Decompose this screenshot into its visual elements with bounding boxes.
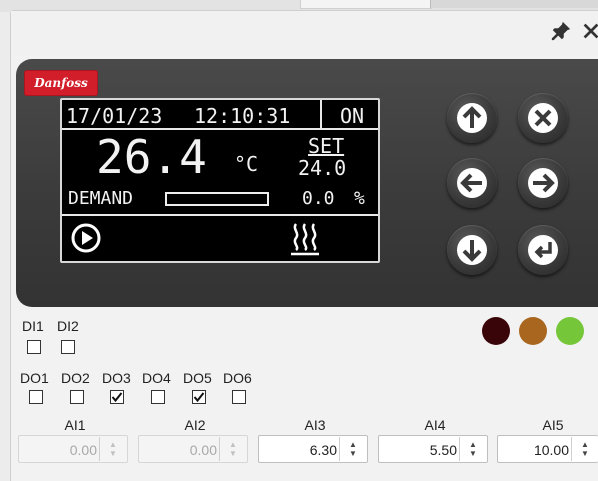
do1-label: DO1 [20, 370, 49, 386]
di1-label: DI1 [22, 318, 44, 334]
close-icon [528, 103, 558, 133]
arrow-down-icon [457, 235, 487, 265]
ai5-spinner[interactable]: 10.00 ▲ ▼ [497, 435, 598, 463]
enter-button[interactable] [518, 225, 568, 275]
lcd-set-label: SET [308, 134, 345, 158]
lcd-display: 17/01/23 12:10:31 ON 26.4 °C SET 24.0 DE… [60, 98, 380, 263]
left-button[interactable] [447, 158, 497, 208]
close-icon[interactable] [577, 17, 598, 45]
ai5-value[interactable]: 10.00 [534, 442, 569, 458]
ai4-stepper-icon[interactable]: ▲ ▼ [459, 437, 486, 461]
do6-label: DO6 [223, 370, 252, 386]
heating-icon [291, 223, 319, 256]
arrow-right-icon [528, 168, 558, 198]
do2-label: DO2 [61, 370, 90, 386]
led-warning [519, 317, 547, 345]
ai4-spinner[interactable]: 5.50 ▲ ▼ [378, 435, 488, 463]
ai4-value[interactable]: 5.50 [430, 442, 457, 458]
checkmark-icon [193, 392, 205, 403]
do5-checkbox[interactable] [192, 390, 206, 404]
ai1-spinner: 0.00 ▲ ▼ [18, 435, 128, 463]
right-button[interactable] [518, 158, 568, 208]
lcd-demand-value: 0.0 [302, 188, 335, 209]
pin-icon[interactable] [547, 17, 575, 45]
lcd-set-value: 24.0 [298, 156, 347, 180]
lcd-state: ON [340, 104, 365, 128]
do2-checkbox[interactable] [70, 390, 84, 404]
play-circle-icon [71, 223, 101, 253]
lcd-temperature: 26.4 [96, 130, 207, 184]
background-panel [430, 0, 598, 8]
lcd-unit: °C [234, 152, 259, 176]
enter-icon [528, 235, 558, 265]
di2-label: DI2 [57, 318, 79, 334]
ai2-spinner: 0.00 ▲ ▼ [138, 435, 248, 463]
ai4-label: AI4 [424, 417, 446, 433]
ai1-value: 0.00 [69, 442, 97, 458]
do1-checkbox[interactable] [29, 390, 43, 404]
ai5-label: AI5 [542, 417, 564, 433]
di2-checkbox[interactable] [61, 340, 75, 354]
brand-logo: Danfoss [24, 70, 98, 96]
background-tab [300, 0, 432, 9]
lcd-rule-bottom [62, 214, 378, 216]
do3-checkbox[interactable] [110, 390, 124, 404]
ai5-stepper-icon[interactable]: ▲ ▼ [571, 437, 598, 461]
lcd-time: 12:10:31 [194, 104, 291, 128]
ai3-label: AI3 [304, 417, 326, 433]
up-button[interactable] [447, 93, 497, 143]
checkmark-icon [111, 392, 123, 403]
ai3-value[interactable]: 6.30 [310, 442, 337, 458]
title-bar [11, 11, 598, 55]
ai1-label: AI1 [64, 417, 86, 433]
ai3-stepper-icon[interactable]: ▲ ▼ [339, 437, 366, 461]
led-ok [556, 317, 584, 345]
do4-checkbox[interactable] [151, 390, 165, 404]
lcd-date: 17/01/23 [66, 104, 163, 128]
do5-label: DO5 [183, 370, 212, 386]
lcd-demand-unit: % [354, 188, 365, 209]
di1-checkbox[interactable] [27, 340, 41, 354]
ai2-value: 0.00 [189, 442, 217, 458]
led-alarm [482, 317, 510, 345]
do3-label: DO3 [102, 370, 131, 386]
ai1-stepper-icon: ▲ ▼ [99, 437, 126, 461]
do4-label: DO4 [142, 370, 171, 386]
cancel-button[interactable] [518, 93, 568, 143]
do6-checkbox[interactable] [232, 390, 246, 404]
ai2-stepper-icon: ▲ ▼ [219, 437, 246, 461]
arrow-left-icon [457, 168, 487, 198]
down-button[interactable] [447, 225, 497, 275]
arrow-up-icon [457, 103, 487, 133]
lcd-demand-label: DEMAND [68, 188, 134, 209]
ai3-spinner[interactable]: 6.30 ▲ ▼ [258, 435, 368, 463]
demand-bar [165, 192, 269, 206]
ai2-label: AI2 [184, 417, 206, 433]
lcd-divider [320, 100, 322, 128]
